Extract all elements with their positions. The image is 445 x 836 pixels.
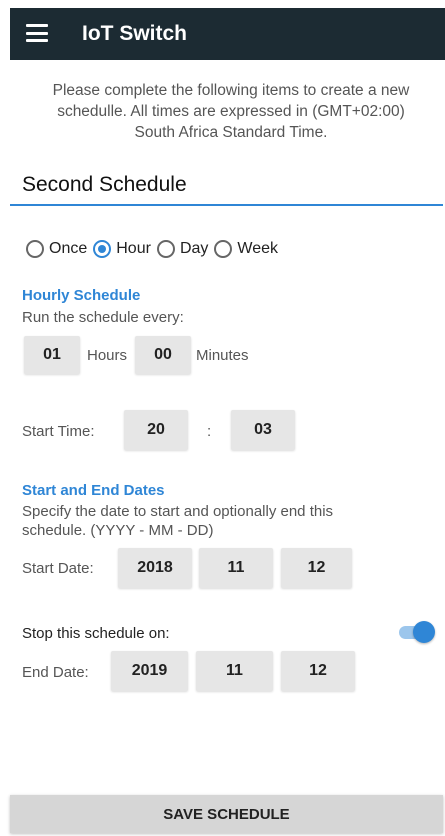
start-year-field[interactable]: 2018: [118, 548, 192, 588]
radio-checked-icon: [93, 240, 112, 258]
time-separator: :: [207, 423, 212, 440]
hours-label: Hours: [87, 347, 128, 364]
radio-once[interactable]: Once: [26, 240, 87, 258]
intro-line-2: schedulle. All times are expressed in (G…: [57, 103, 405, 120]
radio-circle-icon: [26, 240, 44, 258]
start-date-label: Start Date:: [22, 560, 94, 577]
start-time-minute-field[interactable]: 03: [231, 410, 295, 450]
stop-schedule-label: Stop this schedule on:: [22, 625, 170, 642]
app-title: IoT Switch: [82, 22, 187, 45]
dates-caption: Specify the date to start and optionally…: [22, 502, 333, 540]
dates-title: Start and End Dates: [22, 482, 165, 499]
radio-once-label: Once: [49, 240, 88, 257]
radio-hour-label: Hour: [116, 240, 151, 257]
dates-caption-line-2: schedule. (YYYY - MM - DD): [22, 522, 214, 539]
radio-circle-icon: [156, 240, 175, 258]
minutes-field[interactable]: 00: [135, 336, 191, 374]
end-day-field[interactable]: 12: [281, 651, 355, 691]
save-schedule-button[interactable]: SAVE SCHEDULE: [10, 795, 443, 833]
radio-day[interactable]: Day: [156, 240, 209, 258]
hourly-schedule-title: Hourly Schedule: [22, 287, 141, 304]
start-month-field[interactable]: 11: [199, 548, 273, 588]
schedule-name-input[interactable]: [10, 166, 443, 206]
hamburger-menu-icon[interactable]: [26, 24, 48, 42]
end-year-field[interactable]: 2019: [111, 651, 188, 691]
hours-field[interactable]: 01: [24, 336, 80, 374]
hourly-schedule-caption: Run the schedule every:: [22, 309, 184, 326]
start-time-hour-field[interactable]: 20: [124, 410, 188, 450]
end-month-field[interactable]: 11: [196, 651, 273, 691]
stop-schedule-toggle[interactable]: [399, 621, 435, 643]
toggle-knob: [413, 621, 435, 643]
radio-day-label: Day: [179, 240, 209, 257]
radio-week-label: Week: [237, 240, 278, 257]
end-date-label: End Date:: [22, 664, 89, 681]
frequency-radio-group: Once Hour Day Week: [26, 240, 284, 258]
radio-week[interactable]: Week: [214, 240, 278, 258]
intro-line-3: South Africa Standard Time.: [134, 124, 328, 141]
radio-hour[interactable]: Hour: [93, 240, 151, 258]
intro-line-1: Please complete the following items to c…: [52, 82, 410, 99]
intro-text: Please complete the following items to c…: [30, 80, 432, 143]
start-time-label: Start Time:: [22, 423, 95, 440]
app-bar: IoT Switch: [10, 8, 445, 60]
minutes-label: Minutes: [196, 347, 249, 364]
radio-circle-icon: [214, 240, 233, 258]
dates-caption-line-1: Specify the date to start and optionally…: [22, 503, 334, 520]
start-day-field[interactable]: 12: [281, 548, 352, 588]
